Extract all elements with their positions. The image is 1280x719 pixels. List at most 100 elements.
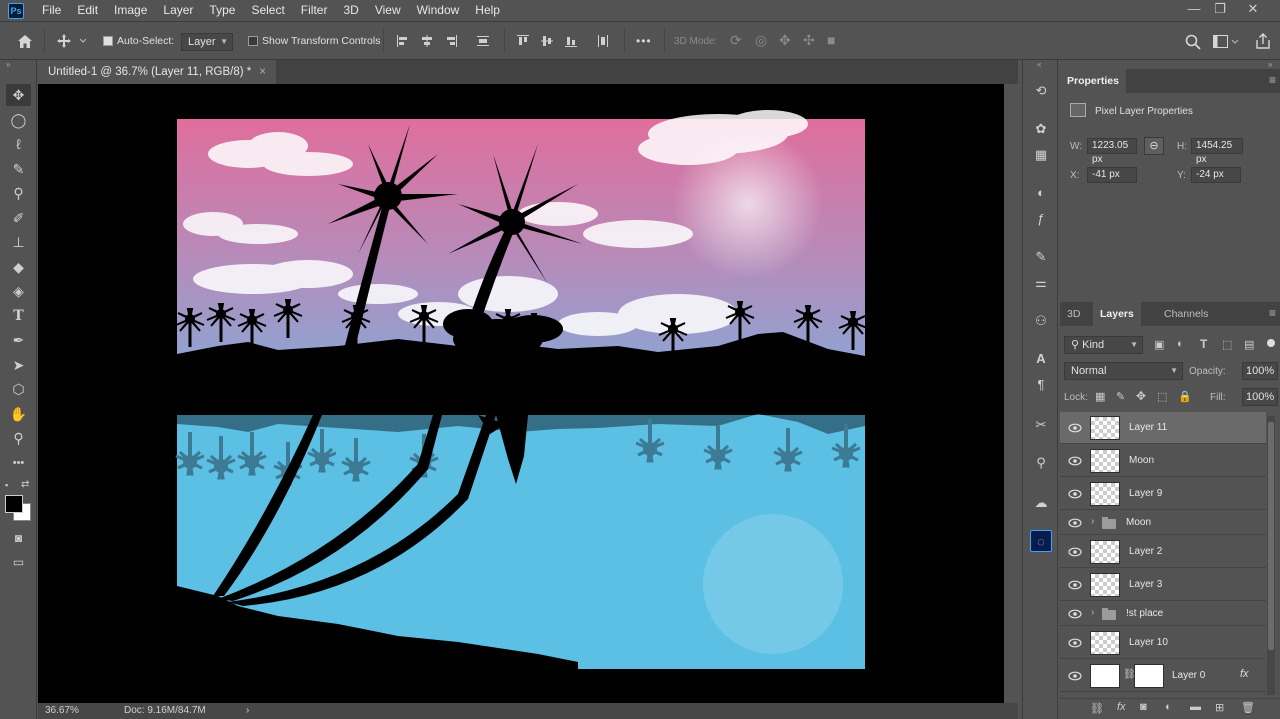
menu-edit[interactable]: Edit	[69, 0, 106, 22]
menu-file[interactable]: File	[34, 0, 69, 22]
distribute-horizontal-icon[interactable]	[597, 35, 609, 47]
pen-tool-icon[interactable]: ✒	[6, 329, 31, 351]
add-mask-icon[interactable]: ◙	[1140, 701, 1147, 713]
menu-layer[interactable]: Layer	[155, 0, 201, 22]
paragraph-icon[interactable]: ¶	[1030, 374, 1052, 396]
home-icon[interactable]	[16, 33, 34, 49]
layer-name[interactable]: Layer 9	[1129, 488, 1162, 499]
delete-layer-icon[interactable]: 🗑	[1241, 701, 1255, 714]
lasso-tool-icon[interactable]: ℓ	[6, 133, 31, 155]
menu-3d[interactable]: 3D	[335, 0, 366, 22]
document-canvas[interactable]	[38, 84, 1004, 703]
eye-icon[interactable]	[1068, 671, 1082, 681]
blend-mode-dropdown[interactable]: Normal ▼	[1064, 362, 1183, 380]
layer-group-row[interactable]: › !st place	[1060, 602, 1266, 626]
hand-tool-icon[interactable]: ✋	[6, 403, 31, 425]
brushes-icon[interactable]: ✎	[1030, 246, 1052, 268]
paint-bucket-tool-icon[interactable]: ◈	[6, 280, 31, 302]
lock-transparent-icon[interactable]: ▦	[1095, 390, 1105, 403]
eye-icon[interactable]	[1068, 638, 1082, 648]
type-tool-icon[interactable]: T	[6, 305, 31, 327]
quick-mask-icon[interactable]: ◙	[6, 527, 31, 549]
swatches-icon[interactable]: ▦	[1030, 144, 1052, 166]
link-layers-icon[interactable]: ⛓	[1090, 702, 1104, 715]
move-tool-icon[interactable]: ✥	[6, 84, 31, 106]
layer-name[interactable]: Moon	[1126, 517, 1151, 528]
swap-colors-icon[interactable]: ⇄	[21, 479, 29, 490]
scrollbar-thumb[interactable]	[1268, 422, 1274, 650]
menu-type[interactable]: Type	[201, 0, 243, 22]
character-icon[interactable]: A	[1030, 348, 1052, 370]
creative-cloud-icon[interactable]: ☁	[1030, 492, 1052, 514]
learn-icon[interactable]: ◌	[1030, 530, 1052, 552]
align-horizontal-center-icon[interactable]	[421, 35, 433, 47]
filter-pixel-icon[interactable]: ▣	[1154, 338, 1164, 351]
filter-shape-icon[interactable]: ⬚	[1222, 338, 1232, 351]
search-icon[interactable]	[1185, 34, 1201, 50]
eraser-tool-icon[interactable]: ◆	[6, 256, 31, 278]
zoom-level[interactable]: 36.67%	[45, 703, 79, 719]
eye-icon[interactable]	[1068, 456, 1082, 466]
menu-filter[interactable]: Filter	[293, 0, 336, 22]
eye-icon[interactable]	[1068, 580, 1082, 590]
height-field[interactable]: 1454.25 px	[1191, 138, 1243, 165]
layer-row[interactable]: ⛓ Layer 0 fx	[1060, 660, 1266, 692]
brush-settings-icon[interactable]: ⚌	[1030, 272, 1052, 294]
path-selection-tool-icon[interactable]: ➤	[6, 354, 31, 376]
layer-mask-thumbnail[interactable]	[1134, 664, 1164, 688]
panel-menu-icon[interactable]: ≡	[1269, 73, 1276, 87]
adjustment-layer-icon[interactable]: ◐	[1165, 701, 1172, 713]
width-field[interactable]: 1223.05 px	[1087, 138, 1137, 165]
auto-select-checkbox[interactable]	[103, 36, 113, 46]
clone-stamp-tool-icon[interactable]: ⊥	[6, 231, 31, 253]
align-top-icon[interactable]	[517, 35, 529, 47]
layer-name[interactable]: Layer 10	[1129, 637, 1168, 648]
share-icon[interactable]	[1255, 33, 1271, 49]
lock-all-icon[interactable]: 🔒	[1178, 390, 1192, 403]
marquee-tool-icon[interactable]: ◯	[6, 109, 31, 131]
align-vertical-center-icon[interactable]	[541, 35, 553, 47]
panel-menu-icon[interactable]: ≡	[1269, 306, 1276, 320]
filter-adjustment-icon[interactable]: ◐	[1177, 338, 1184, 350]
libraries-icon[interactable]: ⚇	[1030, 310, 1052, 332]
menu-view[interactable]: View	[367, 0, 409, 22]
document-tab[interactable]: Untitled-1 @ 36.7% (Layer 11, RGB/8) * ×	[38, 60, 276, 84]
layer-name[interactable]: Layer 3	[1129, 579, 1162, 590]
eye-icon[interactable]	[1068, 547, 1082, 557]
layer-row[interactable]: Layer 10	[1060, 627, 1266, 659]
color-icon[interactable]: ✿	[1030, 118, 1052, 140]
layer-row[interactable]: Layer 2	[1060, 536, 1266, 568]
layer-name[interactable]: Layer 2	[1129, 546, 1162, 557]
auto-select-dropdown[interactable]: Layer ▼	[181, 33, 233, 51]
eye-icon[interactable]	[1068, 489, 1082, 499]
align-left-icon[interactable]	[397, 35, 409, 47]
tab-channels[interactable]: Channels	[1157, 302, 1215, 326]
close-window-icon[interactable]: ✕	[1240, 0, 1266, 20]
workspace-icon[interactable]	[1213, 35, 1239, 49]
brush-tool-icon[interactable]: ✐	[6, 207, 31, 229]
quick-selection-tool-icon[interactable]: ✎	[6, 158, 31, 180]
layer-name[interactable]: Moon	[1129, 455, 1154, 466]
layer-name[interactable]: !st place	[1126, 608, 1163, 619]
distribute-vertical-icon[interactable]	[477, 35, 489, 47]
menu-select[interactable]: Select	[243, 0, 292, 22]
filter-smart-object-icon[interactable]: ▤	[1244, 338, 1254, 351]
layers-scrollbar[interactable]	[1267, 416, 1275, 695]
menu-help[interactable]: Help	[467, 0, 508, 22]
eye-icon[interactable]	[1068, 423, 1082, 433]
layer-row[interactable]: Layer 9	[1060, 478, 1266, 510]
lock-position-icon[interactable]: ✥	[1136, 389, 1146, 403]
minimize-icon[interactable]: —	[1181, 0, 1207, 20]
link-dimensions-icon[interactable]: ⊖	[1144, 137, 1164, 155]
close-tab-icon[interactable]: ×	[259, 66, 266, 78]
layer-row[interactable]: Layer 11	[1060, 412, 1266, 444]
y-field[interactable]: -24 px	[1191, 167, 1241, 183]
layer-filter-dropdown[interactable]: ⚲ Kind ▼	[1064, 336, 1143, 354]
filter-type-icon[interactable]: T	[1200, 337, 1207, 351]
shape-tool-icon[interactable]: ⬡	[6, 378, 31, 400]
x-field[interactable]: -41 px	[1087, 167, 1137, 183]
lock-artboard-icon[interactable]: ⬚	[1157, 390, 1167, 403]
restore-icon[interactable]: ❐	[1207, 0, 1233, 20]
tab-properties[interactable]: Properties	[1060, 69, 1126, 93]
tab-layers[interactable]: Layers	[1093, 302, 1141, 326]
